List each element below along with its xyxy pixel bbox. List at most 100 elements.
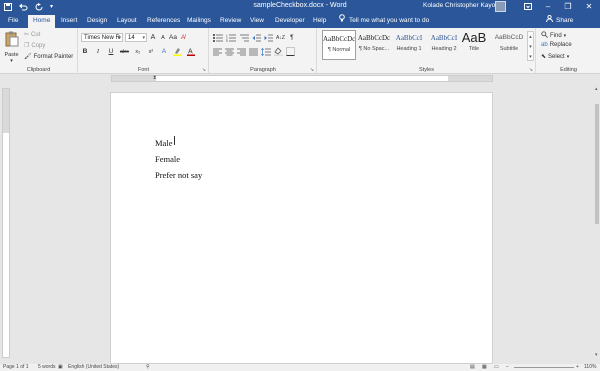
styles-group: AaBbCcDc ¶ Normal AaBbCcDc ¶ No Spac... Aa… <box>318 28 536 74</box>
grow-font-button[interactable]: A <box>149 33 157 42</box>
replace-button[interactable]: ab Replace <box>541 42 572 48</box>
indent-marker-icon[interactable]: ⧗ <box>153 75 157 81</box>
vertical-ruler[interactable] <box>2 88 10 358</box>
zoom-slider[interactable] <box>514 367 574 368</box>
style-title[interactable]: AaB Title <box>457 30 491 60</box>
decrease-indent-icon[interactable] <box>252 33 261 42</box>
minimize-button[interactable]: – <box>538 0 558 13</box>
avatar[interactable] <box>495 1 506 12</box>
style-normal[interactable]: AaBbCcDc ¶ Normal <box>322 30 356 60</box>
horizontal-ruler-area: ⧗ <box>0 74 600 84</box>
numbering-icon[interactable]: 123 <box>226 33 236 42</box>
document-line[interactable]: Prefer not say <box>155 170 202 180</box>
highlight-icon[interactable] <box>172 47 182 56</box>
tab-home[interactable]: Home <box>28 15 56 28</box>
style-sample: AaBbCcI <box>430 34 458 42</box>
paragraph-group-label: Paragraph <box>250 67 276 73</box>
multilevel-list-icon[interactable] <box>239 33 249 42</box>
document-page[interactable]: Male Female Prefer not say <box>110 92 493 364</box>
style-heading-2[interactable]: AaBbCcI Heading 2 <box>427 30 461 60</box>
font-size-combo[interactable]: 14 <box>125 33 147 42</box>
subscript-button[interactable]: x₂ <box>134 47 142 56</box>
page-count[interactable]: Page 1 of 1 <box>3 364 29 370</box>
underline-button[interactable]: U <box>107 47 115 56</box>
document-line[interactable]: Male <box>155 138 172 148</box>
tab-developer[interactable]: Developer <box>270 13 310 28</box>
style-heading-1[interactable]: AaBbCcI Heading 1 <box>392 30 426 60</box>
style-no-spacing[interactable]: AaBbCcDc ¶ No Spac... <box>357 30 391 60</box>
bullets-icon[interactable] <box>213 33 223 42</box>
copy-icon: ❐ <box>24 43 30 49</box>
ribbon-display-options-icon[interactable] <box>518 0 538 13</box>
maximize-button[interactable]: ❐ <box>558 0 578 13</box>
superscript-button[interactable]: x² <box>147 47 155 56</box>
show-formatting-button[interactable]: ¶ <box>288 33 296 42</box>
scroll-thumb[interactable] <box>595 104 599 224</box>
justify-icon[interactable] <box>249 47 258 56</box>
tab-review[interactable]: Review <box>215 13 246 28</box>
proofing-icon[interactable]: ▣ <box>58 364 63 370</box>
font-color-icon[interactable]: A <box>186 47 195 56</box>
tab-view[interactable]: View <box>245 13 269 28</box>
tab-help[interactable]: Help <box>308 13 331 28</box>
tab-mailings[interactable]: Mailings <box>182 13 216 28</box>
scroll-down-icon[interactable]: ▾ <box>595 352 598 358</box>
document-line[interactable]: Female <box>155 154 180 164</box>
tab-references[interactable]: References <box>142 13 185 28</box>
style-sample: AaBbCcD <box>494 34 524 41</box>
format-painter-button[interactable]: 🖌 Format Painter <box>24 53 73 61</box>
zoom-out-icon[interactable]: − <box>506 364 509 370</box>
paragraph-dialog-launcher-icon[interactable]: ↘ <box>310 67 314 73</box>
read-mode-icon[interactable]: ▤ <box>470 364 475 370</box>
strikethrough-button[interactable]: abc <box>120 47 129 56</box>
shading-icon[interactable] <box>274 47 283 56</box>
scroll-up-icon[interactable]: ▴ <box>595 86 598 92</box>
italic-button[interactable]: I <box>94 47 102 56</box>
change-case-button[interactable]: Aa <box>169 33 177 42</box>
borders-icon[interactable] <box>286 47 295 56</box>
style-subtitle[interactable]: AaBbCcD Subtitle <box>492 30 526 60</box>
text-effects-icon[interactable]: A <box>160 47 168 56</box>
clear-formatting-icon[interactable]: A̸ <box>179 33 187 42</box>
close-button[interactable]: ✕ <box>579 0 599 13</box>
vertical-scrollbar[interactable]: ▴ ▾ <box>594 84 600 360</box>
styles-gallery-scroll[interactable]: ▴ ▾ ▾ <box>527 31 534 61</box>
horizontal-ruler[interactable]: ⧗ <box>111 75 493 82</box>
clipboard-group-label: Clipboard <box>26 67 51 73</box>
font-name-combo[interactable]: Times New R <box>81 33 123 42</box>
find-button[interactable]: Find ▾ <box>541 31 566 40</box>
style-name: Subtitle <box>499 46 519 52</box>
shrink-font-button[interactable]: A <box>159 33 167 42</box>
word-count[interactable]: 5 words <box>38 364 56 370</box>
language-indicator[interactable]: English (United States) <box>68 364 119 370</box>
cut-button[interactable]: ✂ Cut <box>24 31 40 39</box>
styles-dialog-launcher-icon[interactable]: ↘ <box>529 67 533 73</box>
paste-dropdown-icon[interactable]: ▾ <box>3 58 20 64</box>
tab-layout[interactable]: Layout <box>112 13 142 28</box>
web-layout-icon[interactable]: ▭ <box>494 364 499 370</box>
tab-file[interactable]: File <box>3 13 23 28</box>
tab-design[interactable]: Design <box>82 13 112 28</box>
increase-indent-icon[interactable] <box>264 33 273 42</box>
select-button[interactable]: ⬉ Select ▾ <box>541 53 569 61</box>
bold-button[interactable]: B <box>81 47 89 56</box>
tell-me-search[interactable]: Tell me what you want to do <box>339 13 429 28</box>
ribbon-tabs: File Home Insert Design Layout Reference… <box>0 13 600 28</box>
print-layout-icon[interactable]: ▦ <box>482 364 487 370</box>
user-name[interactable]: Kolade Christopher Kayode <box>423 2 503 9</box>
font-group: Times New R 14 A A Aa A̸ B I U abc x₂ x²… <box>79 28 209 74</box>
share-label: Share <box>556 17 574 24</box>
copy-button[interactable]: ❐ Copy <box>24 42 45 50</box>
accessibility-icon[interactable]: ⚲ <box>146 364 150 370</box>
line-spacing-icon[interactable] <box>261 47 271 56</box>
tab-insert[interactable]: Insert <box>56 13 82 28</box>
paste-button[interactable]: Paste ▾ <box>3 31 20 64</box>
align-center-icon[interactable] <box>225 47 234 56</box>
font-dialog-launcher-icon[interactable]: ↘ <box>202 67 206 73</box>
share-button[interactable]: Share <box>546 13 573 28</box>
zoom-in-icon[interactable]: + <box>576 364 579 370</box>
align-right-icon[interactable] <box>237 47 246 56</box>
sort-icon[interactable]: A↓Z <box>276 33 285 42</box>
zoom-level[interactable]: 110% <box>584 364 596 370</box>
align-left-icon[interactable] <box>213 47 222 56</box>
